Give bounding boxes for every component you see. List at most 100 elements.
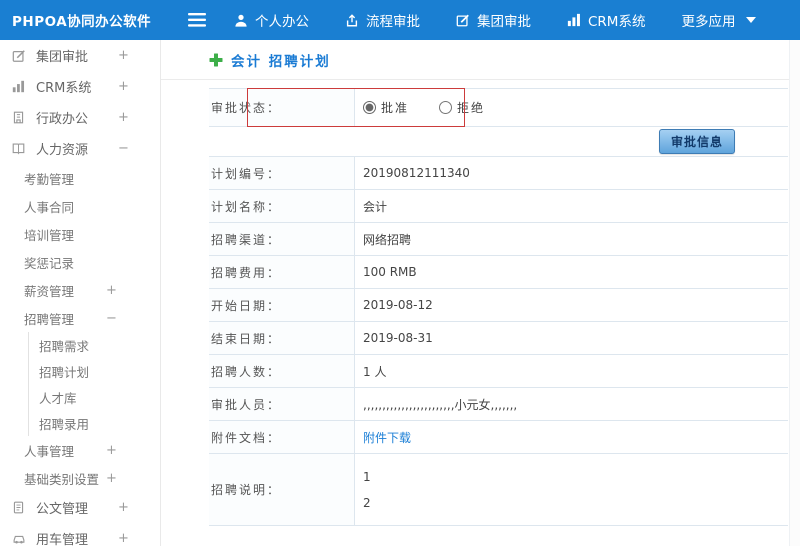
approval-status-radios: 批准 拒绝 [355,99,788,116]
field-label: 计划名称： [209,190,355,222]
field-label: 招聘费用： [209,256,355,288]
table-row-plan-number: 计划编号： 20190812111340 [209,157,788,190]
field-label: 招聘渠道： [209,223,355,255]
field-value: 附件下载 [355,429,788,446]
table-row-start-date: 开始日期： 2019-08-12 [209,289,788,322]
hamburger-menu-icon[interactable] [188,13,206,27]
nav-personal-office[interactable]: 个人办公 [234,10,309,30]
breadcrumb: 会计 招聘计划 [161,40,800,80]
top-navigation: 个人办公 流程审批 集团审批 CRM系统 更多应用 [234,10,757,30]
expand-toggle[interactable]: + [106,283,117,298]
approval-info-button[interactable]: 审批信息 [658,129,735,154]
sidebar-item-label: 行政办公 [36,112,89,127]
sidebar-item-label: 人力资源 [36,143,89,158]
sidebar-item-recruitment[interactable]: 招聘管理 − [0,304,160,332]
field-label: 结束日期： [209,322,355,354]
table-row-plan-name: 计划名称： 会计 [209,190,788,223]
sidebar: 集团审批 + CRM系统 + 行政办公 + 人力资源 − 考勤管理 人事合同 培… [0,40,161,546]
sidebar-item-talent-pool[interactable]: 人才库 [29,384,160,410]
collapse-toggle[interactable]: − [106,311,117,326]
book-icon [12,142,29,155]
sidebar-item-label: CRM系统 [36,81,92,96]
chart-icon [12,80,29,93]
expand-toggle[interactable]: + [106,471,117,486]
user-icon [234,13,248,28]
main-content: 会计 招聘计划 审批状态： 批准 拒绝 审批信息 计划编号： 201908121… [161,40,800,546]
radio-approve[interactable]: 批准 [363,99,409,116]
sidebar-item-base-category[interactable]: 基础类别设置 + [0,464,160,492]
flow-icon [345,13,359,28]
field-label: 审批人员： [209,388,355,420]
top-header: PHPOA协同办公软件 个人办公 流程审批 集团审批 CRM系统 更多应用 [0,0,800,40]
expand-toggle[interactable]: + [118,500,129,515]
sidebar-item-vehicle-mgmt[interactable]: 用车管理 + [0,523,160,546]
field-value: 2019-08-31 [363,331,433,345]
expand-toggle[interactable]: + [118,79,129,94]
nav-process-approval[interactable]: 流程审批 [345,10,420,30]
approval-status-row: 审批状态： 批准 拒绝 [209,89,788,127]
page-title: 会计 招聘计划 [231,53,331,70]
table-row-attachment: 附件文档： 附件下载 [209,421,788,454]
field-value: ,,,,,,,,,,,,,,,,,,,,,,,,小元女,,,,,,, [363,397,518,412]
collapse-toggle[interactable]: − [118,141,129,156]
table-row-channel: 招聘渠道： 网络招聘 [209,223,788,256]
expand-toggle[interactable]: + [118,110,129,125]
sidebar-item-group-approval[interactable]: 集团审批 + [0,40,160,71]
approval-button-row: 审批信息 [209,127,788,157]
field-value: 1 人 [363,364,387,379]
field-label: 招聘说明： [209,454,355,525]
table-row-end-date: 结束日期： 2019-08-31 [209,322,788,355]
sidebar-item-training[interactable]: 培训管理 [0,220,160,248]
radio-approve-input[interactable] [363,101,376,114]
radio-reject[interactable]: 拒绝 [439,99,485,116]
field-label: 招聘人数： [209,355,355,387]
sidebar-item-attendance[interactable]: 考勤管理 [0,164,160,192]
field-label: 审批状态： [209,89,355,126]
caret-down-icon [746,17,757,23]
field-value: 2019-08-12 [363,298,433,312]
field-label: 开始日期： [209,289,355,321]
field-value: 网络招聘 [363,232,412,247]
recruitment-submenu: 招聘需求 招聘计划 人才库 招聘录用 [28,332,160,436]
sidebar-item-human-resources[interactable]: 人力资源 − [0,133,160,164]
sidebar-item-hr-management[interactable]: 人事管理 + [0,436,160,464]
sidebar-item-crm-system[interactable]: CRM系统 + [0,71,160,102]
field-value: 会计 [363,199,388,214]
radio-reject-input[interactable] [439,101,453,114]
app-window: PHPOA协同办公软件 个人办公 流程审批 集团审批 CRM系统 更多应用 集团… [0,0,800,546]
edit-icon [456,13,470,28]
car-icon [12,532,29,545]
field-value: 1 2 [363,469,371,510]
sidebar-item-recruit-demand[interactable]: 招聘需求 [29,332,160,358]
sidebar-item-document-mgmt[interactable]: 公文管理 + [0,492,160,523]
expand-toggle[interactable]: + [118,48,129,63]
sidebar-item-label: 集团审批 [36,50,89,65]
scrollbar[interactable] [789,40,800,546]
table-row-cost: 招聘费用： 100 RMB [209,256,788,289]
chart-icon [567,13,581,27]
document-icon [12,501,29,514]
nav-more-apps[interactable]: 更多应用 [681,10,757,30]
attachment-download-link[interactable]: 附件下载 [363,431,411,445]
sidebar-item-admin-office[interactable]: 行政办公 + [0,102,160,133]
field-value: 20190812111340 [363,166,470,180]
add-plus-icon[interactable] [209,53,223,67]
sidebar-item-recruit-hire[interactable]: 招聘录用 [29,410,160,436]
sidebar-item-rewards[interactable]: 奖惩记录 [0,248,160,276]
nav-crm-system[interactable]: CRM系统 [567,10,645,30]
sidebar-item-recruit-plan[interactable]: 招聘计划 [29,358,160,384]
table-row-description: 招聘说明： 1 2 [209,454,788,526]
table-row-approvers: 审批人员： ,,,,,,,,,,,,,,,,,,,,,,,,小元女,,,,,,, [209,388,788,421]
expand-toggle[interactable]: + [106,443,117,458]
field-label: 计划编号： [209,157,355,189]
building-icon [12,111,29,124]
sidebar-item-hr-contract[interactable]: 人事合同 [0,192,160,220]
table-row-headcount: 招聘人数： 1 人 [209,355,788,388]
field-value: 100 RMB [363,265,417,279]
nav-group-approval[interactable]: 集团审批 [456,10,531,30]
detail-form: 审批状态： 批准 拒绝 审批信息 计划编号： 20190812111340 计划… [209,88,788,526]
field-label: 附件文档： [209,421,355,453]
app-logo: PHPOA协同办公软件 [12,14,152,30]
expand-toggle[interactable]: + [118,531,129,546]
sidebar-item-salary[interactable]: 薪资管理 + [0,276,160,304]
